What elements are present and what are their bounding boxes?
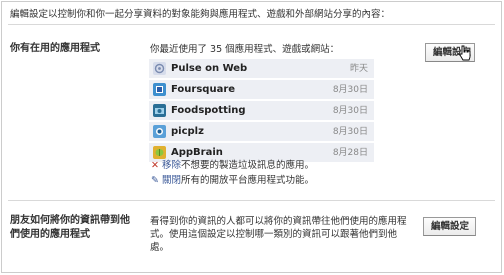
edit-friends-info-button[interactable]: 編輯設定 [423, 217, 476, 236]
pencil-icon: ✎ [151, 175, 159, 186]
friends-section-title-line1: 朋友如何將你的資訊帶到他 [10, 215, 130, 226]
divider [8, 24, 495, 25]
remove-apps-row: ✕ 移除不想要的製造垃圾訊息的應用。 [150, 159, 314, 172]
friends-section-title-line2: 們使用的應用程式 [10, 229, 90, 240]
intro-text: 編輯設定以控制你和你一起分享資料的對象能夠與應用程式、遊戲和外部網站分享的內容： [10, 9, 391, 20]
remove-apps-link[interactable]: 移除 [162, 160, 181, 171]
picplz-icon [153, 125, 166, 138]
app-name[interactable]: picplz [171, 125, 204, 138]
list-item[interactable]: picplz 8月30日 [149, 122, 374, 141]
appbrain-icon [153, 146, 166, 159]
hand-cursor-icon [459, 45, 471, 61]
app-name[interactable]: Pulse on Web [171, 62, 247, 75]
friends-desc-line1: 看得到你的資訊的人都可以將你的資訊帶往他們使用的應用程 [150, 216, 407, 227]
app-settings-panel: 編輯設定以控制你和你一起分享資料的對象能夠與應用程式、遊戲和外部網站分享的內容：… [1, 1, 502, 273]
friends-desc-line2: 式。使用這個設定以控制哪一類別的資訊可以跟著他們到他 [150, 229, 398, 240]
app-last-used: 昨天 [349, 64, 368, 74]
app-last-used: 8月30日 [332, 106, 368, 116]
friends-section-title: 朋友如何將你的資訊帶到他 們使用的應用程式 [10, 214, 130, 242]
apps-summary: 你最近使用了 35 個應用程式、遊戲或網站： [150, 44, 340, 55]
foursquare-icon [153, 83, 166, 96]
divider [8, 200, 495, 201]
list-item[interactable]: Foodspotting 8月30日 [149, 101, 374, 120]
close-icon: ✕ [151, 160, 159, 171]
app-name[interactable]: AppBrain [171, 146, 223, 159]
list-item[interactable]: Pulse on Web 昨天 [149, 59, 374, 78]
app-last-used: 8月30日 [332, 85, 368, 95]
pulse-icon [153, 62, 166, 75]
friends-section-description: 看得到你的資訊的人都可以將你的資訊帶往他們使用的應用程 式。使用這個設定以控制哪… [150, 215, 415, 254]
apps-section-title: 你有在用的應用程式 [10, 43, 100, 54]
app-name[interactable]: Foodspotting [171, 104, 246, 117]
remove-apps-text: 不想要的製造垃圾訊息的應用。 [181, 160, 315, 171]
foodspotting-icon [153, 104, 166, 117]
app-name[interactable]: Foursquare [171, 83, 235, 96]
recent-apps-list: Pulse on Web 昨天 Foursquare 8月30日 Foodspo… [149, 59, 374, 164]
friends-desc-line3: 處。 [150, 242, 170, 253]
disable-platform-row: ✎ 關閉所有的開放平台應用程式功能。 [150, 174, 314, 187]
app-last-used: 8月28日 [332, 148, 368, 158]
list-item[interactable]: Foursquare 8月30日 [149, 80, 374, 99]
disable-platform-link[interactable]: 關閉 [162, 175, 181, 186]
disable-platform-text: 所有的開放平台應用程式功能。 [181, 175, 315, 186]
app-last-used: 8月30日 [332, 127, 368, 137]
